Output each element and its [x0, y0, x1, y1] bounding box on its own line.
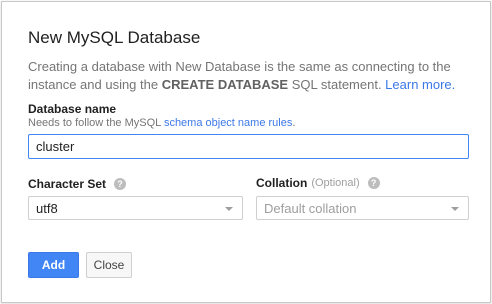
character-set-value: utf8	[36, 200, 58, 216]
dialog-description: Creating a database with New Database is…	[28, 58, 468, 94]
new-database-dialog: New MySQL Database Creating a database w…	[1, 1, 491, 303]
description-text-2: SQL statement.	[288, 77, 386, 92]
character-set-label-row: Character Set ?	[28, 177, 127, 191]
hint-suffix: .	[292, 117, 296, 129]
description-bold: CREATE DATABASE	[161, 77, 289, 92]
collation-label-row: Collation (Optional) ?	[256, 176, 380, 190]
optional-tag: (Optional)	[311, 177, 360, 189]
dropdown-caret-icon	[451, 207, 459, 211]
collation-placeholder: Default collation	[264, 200, 357, 216]
dialog-title: New MySQL Database	[28, 28, 201, 47]
help-icon[interactable]: ?	[114, 178, 127, 190]
add-button[interactable]: Add	[28, 252, 79, 278]
character-set-label: Character Set	[28, 177, 107, 191]
learn-more-link[interactable]: Learn more.	[385, 77, 455, 92]
database-name-hint: Needs to follow the MySQL schema object …	[28, 117, 295, 129]
collation-select[interactable]: Default collation	[256, 196, 469, 220]
character-set-select[interactable]: utf8	[28, 196, 243, 220]
database-name-input[interactable]	[28, 134, 469, 159]
close-button[interactable]: Close	[86, 252, 132, 278]
schema-rules-link[interactable]: schema object name rules	[164, 117, 292, 129]
collation-label: Collation	[256, 176, 308, 190]
help-icon[interactable]: ?	[367, 177, 380, 189]
database-name-label: Database name	[28, 102, 117, 116]
dropdown-caret-icon	[225, 207, 233, 211]
hint-text: Needs to follow the MySQL	[28, 117, 164, 129]
